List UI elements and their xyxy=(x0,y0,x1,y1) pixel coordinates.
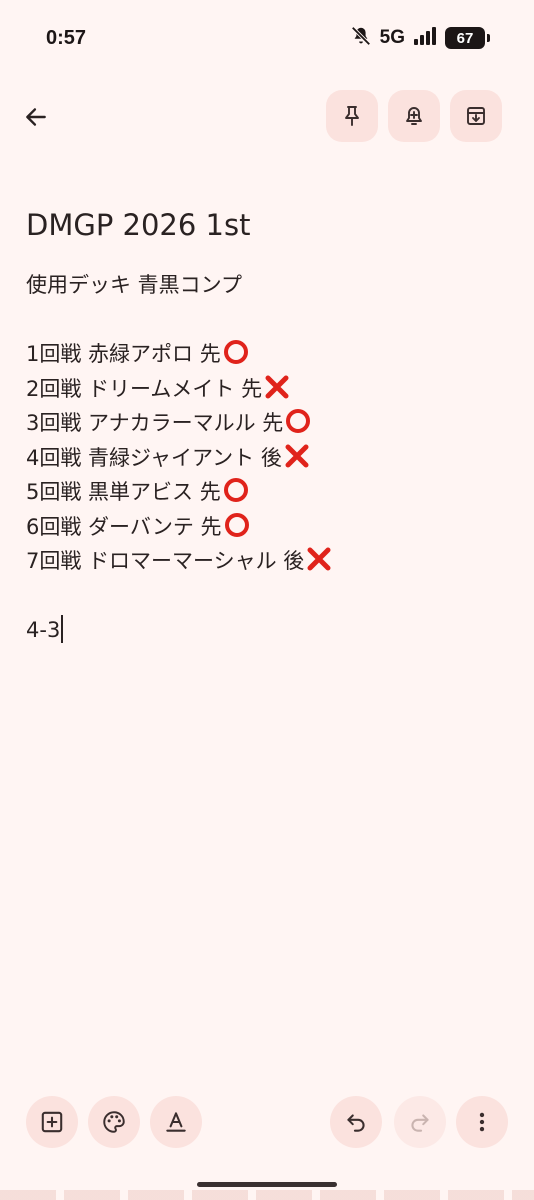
more-options-button[interactable] xyxy=(456,1096,508,1148)
status-bar: 0:57 5G 67 xyxy=(0,0,534,78)
round-line: 4回戦 青緑ジャイアント 後 xyxy=(26,441,506,476)
note-body[interactable]: 使用デッキ 青黒コンプ 1回戦 赤緑アポロ 先 2回戦 ドリームメイト 先 3回… xyxy=(26,268,506,648)
circle-mark-icon xyxy=(223,478,248,502)
back-button[interactable] xyxy=(12,93,60,141)
gesture-navigation-bar[interactable] xyxy=(197,1182,337,1187)
note-title[interactable]: DMGP 2026 1st xyxy=(26,200,506,250)
pin-button[interactable] xyxy=(326,90,378,142)
text-format-button[interactable] xyxy=(150,1096,202,1148)
record-text: 4-3 xyxy=(26,618,61,642)
undo-icon xyxy=(347,1114,365,1132)
round-text: 2回戦 ドリームメイト 先 xyxy=(26,376,263,401)
redo-button[interactable] xyxy=(394,1096,446,1148)
archive-icon xyxy=(467,107,485,125)
record-line: 4-3 xyxy=(26,613,506,648)
bottom-toolbar xyxy=(0,1096,534,1152)
status-time: 0:57 xyxy=(46,27,87,49)
round-line: 1回戦 赤緑アポロ 先 xyxy=(26,337,506,372)
round-line: 3回戦 アナカラーマルル 先 xyxy=(26,406,506,441)
add-content-button[interactable] xyxy=(26,1096,78,1148)
round-line: 7回戦 ドロマーマーシャル 後 xyxy=(26,544,506,579)
background-options-button[interactable] xyxy=(88,1096,140,1148)
more-vert-icon xyxy=(479,1112,485,1132)
round-text: 6回戦 ダーバンテ 先 xyxy=(26,514,222,539)
circle-mark-icon xyxy=(224,512,249,537)
text-cursor xyxy=(61,615,64,643)
round-line: 6回戦 ダーバンテ 先 xyxy=(26,510,506,545)
round-line: 2回戦 ドリームメイト 先 xyxy=(26,372,506,407)
undo-button[interactable] xyxy=(330,1096,382,1148)
top-toolbar xyxy=(0,90,534,144)
keyboard-peek xyxy=(0,1190,534,1200)
circle-mark-icon xyxy=(223,340,248,364)
round-text: 7回戦 ドロマーマーシャル 後 xyxy=(26,549,305,573)
pin-icon xyxy=(345,106,359,126)
cross-mark-icon xyxy=(285,444,309,467)
archive-button[interactable] xyxy=(450,90,502,142)
deck-line: 使用デッキ 青黒コンプ xyxy=(26,273,243,297)
round-text: 4回戦 青緑ジャイアント 後 xyxy=(26,445,282,470)
battery-indicator: 67 xyxy=(445,27,485,49)
redo-icon xyxy=(411,1114,429,1132)
battery-tip xyxy=(487,34,490,42)
note-editor[interactable]: DMGP 2026 1st 使用デッキ 青黒コンプ 1回戦 赤緑アポロ 先 2回… xyxy=(26,200,506,648)
palette-icon xyxy=(103,1111,125,1133)
cross-mark-icon xyxy=(307,547,331,571)
signal-icon xyxy=(413,26,437,50)
circle-mark-icon xyxy=(286,409,311,433)
reminder-button[interactable] xyxy=(388,90,440,142)
status-icons: 5G 67 xyxy=(350,26,490,50)
round-text: 3回戦 アナカラーマルル 先 xyxy=(26,411,284,435)
round-text: 5回戦 黒単アビス 先 xyxy=(26,480,221,504)
bell-plus-icon xyxy=(406,107,422,125)
add-box-icon xyxy=(41,1111,63,1133)
round-line: 5回戦 黒単アビス 先 xyxy=(26,475,506,510)
arrow-left-icon xyxy=(26,108,46,126)
network-label: 5G xyxy=(379,27,405,48)
round-text: 1回戦 赤緑アポロ 先 xyxy=(26,342,221,366)
text-format-icon xyxy=(166,1112,186,1132)
mute-icon xyxy=(350,25,372,51)
cross-mark-icon xyxy=(265,375,289,398)
